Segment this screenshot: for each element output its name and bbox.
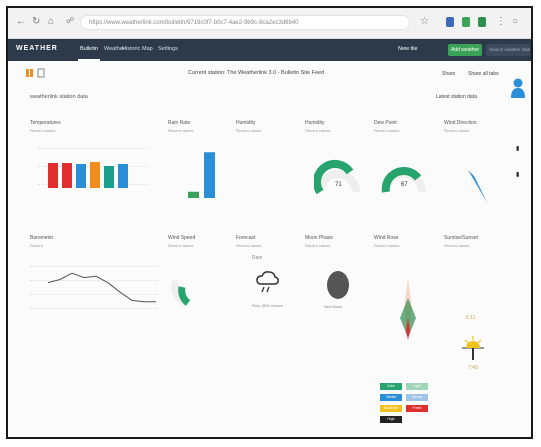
nav-bulletin[interactable]: Bulletin — [80, 46, 98, 52]
location-label: Latest station data — [436, 94, 477, 100]
temperature-bar — [62, 163, 72, 188]
edit-icon — [26, 69, 29, 77]
active-tab-indicator — [78, 59, 100, 61]
widget-subtitle: Recent values — [444, 243, 470, 248]
moon-phase-label: New Moon — [324, 305, 343, 309]
page-subtitle: weatherlink station data — [30, 94, 88, 100]
profile-icon[interactable]: ○ — [512, 16, 518, 27]
gauge-value: 67 — [401, 182, 408, 188]
widget-title: Moon Phase — [305, 235, 334, 241]
rain-bar — [188, 191, 199, 198]
share-button[interactable]: Share — [442, 71, 455, 77]
rain-cloud-icon — [256, 271, 279, 293]
forecast-value: Rain — [252, 255, 263, 261]
widget-title: Wind Direction — [444, 120, 477, 126]
barometer-chart — [48, 272, 156, 303]
humidity-gauge — [381, 167, 426, 193]
widget-title: Dew Point — [374, 120, 397, 126]
app-header: WEATHER Bulletin Weather Historic Map Se… — [8, 39, 531, 61]
widget-subtitle: Recent values — [305, 128, 331, 133]
refresh-icon[interactable]: ↻ — [32, 16, 40, 27]
toolbar-icons[interactable] — [26, 68, 48, 78]
widget-title: Wind Speed — [168, 235, 196, 241]
widget-title: Temperatures — [30, 120, 61, 126]
wind-direction-arrow — [468, 170, 488, 204]
widget-title: Sunrise/Sunset — [444, 235, 478, 241]
widget-subtitle: Recent values — [236, 243, 262, 248]
extension-icon[interactable] — [446, 17, 454, 27]
humidity-gauge — [314, 160, 360, 194]
brand-logo[interactable]: WEATHER — [16, 45, 58, 52]
nav-historic[interactable]: Historic — [122, 46, 140, 52]
widget-subtitle: Recent — [30, 243, 43, 248]
temperature-bar — [90, 162, 100, 188]
share-all-button[interactable]: Share all tabs — [468, 71, 499, 77]
widget-subtitle: Recent values — [168, 243, 194, 248]
legend-button[interactable]: High — [380, 416, 402, 423]
widget-subtitle: Recent values — [236, 128, 262, 133]
legend-button[interactable]: Gentle — [380, 394, 402, 401]
barometer-line — [48, 272, 156, 303]
temperature-chart — [48, 162, 128, 188]
sunrise-time: 6:11 — [466, 315, 476, 321]
widget-subtitle: Recent values — [305, 243, 331, 248]
grid-icon — [37, 68, 45, 78]
temperature-bar — [76, 164, 86, 188]
nav-map[interactable]: Map — [142, 46, 153, 52]
station-status: Current station: The Weatherlink 3.0 - B… — [188, 70, 325, 76]
widget-subtitle: Recent values — [168, 128, 194, 133]
address-bar[interactable]: https://www.weatherlink.com/bulletin/971… — [80, 15, 410, 30]
temperature-bar — [118, 164, 128, 188]
legend-button[interactable]: Moderate — [380, 405, 402, 412]
widget-title: Humidity — [236, 120, 256, 126]
edit-icon — [30, 69, 33, 77]
temperature-bar — [48, 163, 58, 188]
back-icon[interactable]: ← — [16, 16, 26, 27]
star-icon[interactable]: ☆ — [420, 16, 429, 27]
new-tile-button[interactable]: New tile — [398, 46, 418, 52]
widget-subtitle: Recent values — [374, 128, 400, 133]
extension-icon[interactable] — [462, 17, 470, 27]
rain-bar — [204, 152, 215, 198]
widget-title: Rain Rate — [168, 120, 191, 126]
wind-marker-icon: ▮ — [516, 146, 520, 152]
sun-icon — [462, 336, 484, 360]
legend-button[interactable]: Fresh — [406, 405, 428, 412]
search-input[interactable]: Search weather stations — [486, 44, 530, 56]
browser-window: ← ↻ ⌂ ☍ https://www.weatherlink.com/bull… — [6, 6, 533, 439]
add-weather-button[interactable]: Add weather — [448, 44, 482, 56]
legend-button[interactable]: Calm — [380, 383, 402, 390]
widget-subtitle: Recent values — [444, 128, 470, 133]
legend-button[interactable]: Light — [406, 383, 428, 390]
temperature-bar — [104, 166, 114, 188]
widget-subtitle: Recent values — [30, 128, 56, 133]
nav-settings[interactable]: Settings — [158, 46, 178, 52]
forecast-detail: Rain, 65% chance — [252, 304, 283, 308]
home-icon[interactable]: ⌂ — [48, 16, 54, 27]
wind-marker-icon: ▮ — [516, 172, 520, 178]
widget-subtitle: Recent values — [374, 243, 400, 248]
browser-toolbar: ← ↻ ⌂ ☍ https://www.weatherlink.com/bull… — [8, 8, 531, 39]
wind-rose-chart — [400, 278, 416, 340]
extension-icon[interactable] — [478, 17, 486, 27]
widget-title: Forecast — [236, 235, 256, 241]
widget-title: Wind Rose — [374, 235, 399, 241]
menu-icon[interactable]: ⋮ — [496, 16, 506, 27]
avatar[interactable] — [511, 78, 525, 98]
moon-icon — [327, 271, 349, 299]
gauge-value: 71 — [335, 182, 342, 188]
widget-title: Barometer — [30, 235, 54, 241]
wind-speed-gauge — [171, 279, 191, 307]
rain-chart — [188, 152, 215, 198]
widget-title: Humidity — [305, 120, 325, 126]
legend-button[interactable]: Strong — [406, 394, 428, 401]
sunset-time: 7:49 — [468, 365, 478, 371]
lock-icon: ☍ — [66, 16, 75, 25]
